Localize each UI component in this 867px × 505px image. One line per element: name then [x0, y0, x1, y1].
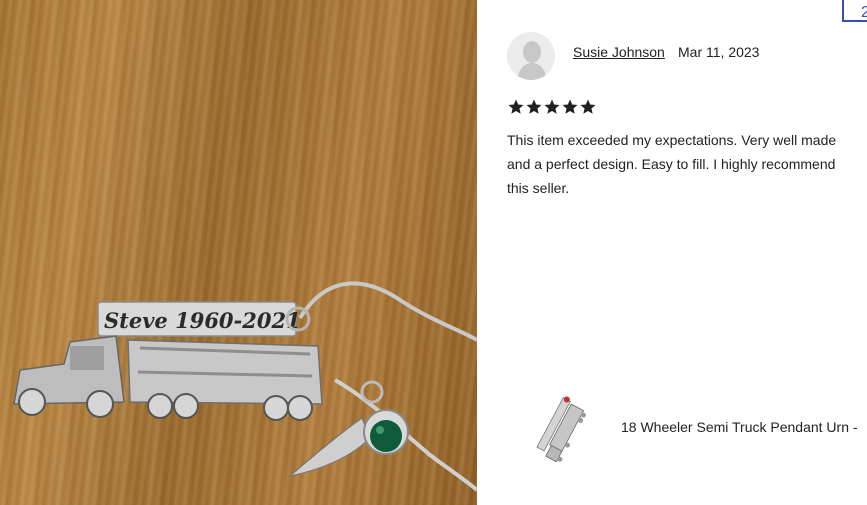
reviewer-name-link[interactable]: Susie Johnson — [573, 44, 665, 60]
carousel-counter-digit: 2 — [861, 4, 867, 21]
star-icon — [508, 99, 524, 114]
star-rating — [507, 98, 597, 116]
review-photo[interactable]: Steve 1960-2021 — [0, 0, 477, 505]
star-icon — [526, 99, 542, 114]
product-image — [528, 384, 598, 472]
pendant-illustration: Steve 1960-2021 — [13, 281, 477, 492]
star-icon — [580, 99, 596, 114]
star-icon — [544, 99, 560, 114]
default-user-avatar-icon — [507, 32, 555, 80]
engraving-text: Steve 1960-2021 — [104, 308, 301, 333]
product-thumbnail[interactable] — [528, 384, 598, 472]
review-date: Mar 11, 2023 — [678, 44, 760, 60]
product-title-link[interactable]: 18 Wheeler Semi Truck Pendant Urn - — [621, 419, 858, 435]
reviewer-avatar[interactable] — [507, 32, 555, 80]
review-text: This item exceeded my expectations. Very… — [507, 132, 837, 196]
star-icon — [562, 99, 578, 114]
